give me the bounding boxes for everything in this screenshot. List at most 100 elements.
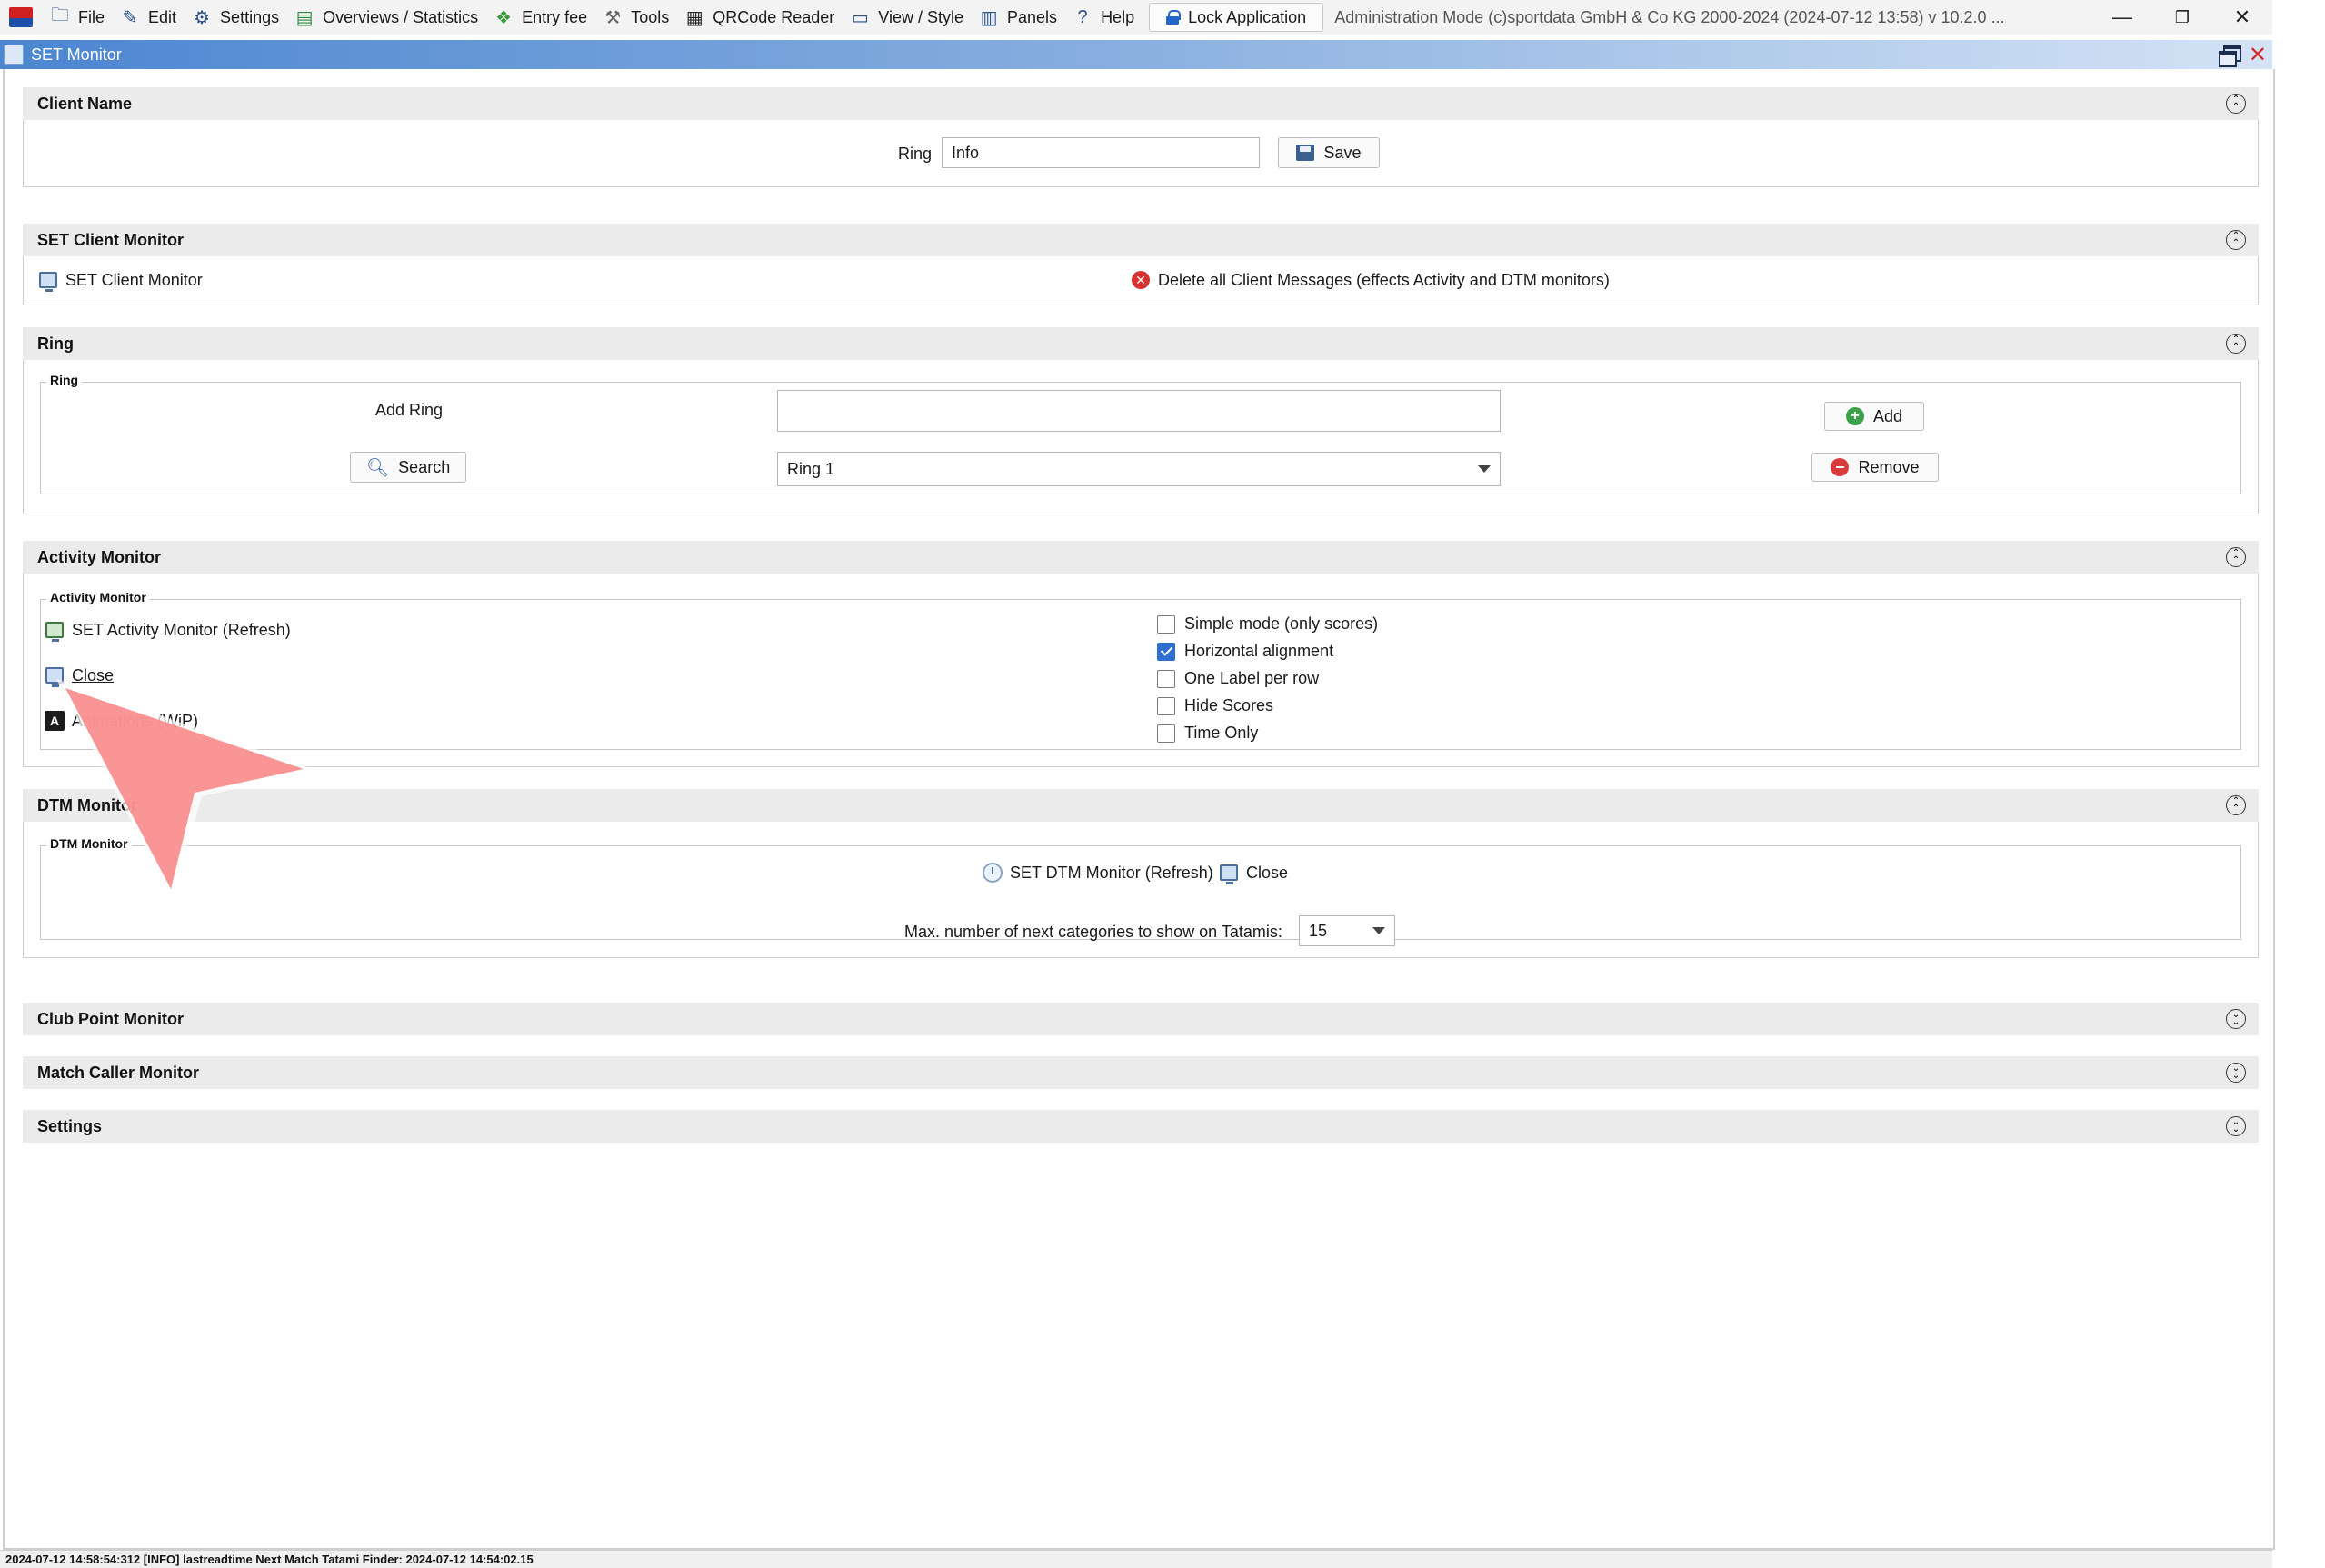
section-dtm-monitor-body: DTM Monitor SET DTM Monitor (Refresh) Cl… (23, 822, 2259, 958)
section-match-caller-monitor-header[interactable]: Match Caller Monitor ⌄ ⌄ (23, 1056, 2259, 1089)
status-bar: 2024-07-12 14:58:54:312 [INFO] lastreadt… (0, 1550, 2272, 1568)
restore-window-icon[interactable]: ❐ (2152, 0, 2212, 35)
dtm-monitor-group-box: DTM Monitor SET DTM Monitor (Refresh) Cl… (40, 836, 2241, 946)
activity-close-link[interactable]: Close (45, 665, 114, 687)
section-client-name-header[interactable]: Client Name ⌃ ⌃ (23, 87, 2259, 120)
option-label: Time Only (1184, 724, 1259, 742)
menu-view-style[interactable]: ▭ View / Style (843, 2, 973, 33)
checkbox-checked[interactable] (1157, 642, 1175, 661)
wrench-icon: ⚒ (604, 7, 622, 28)
collapse-icon[interactable]: ⌃ ⌃ (2226, 334, 2246, 354)
edit-icon: ✎ (122, 7, 138, 28)
menu-help[interactable]: ? Help (1066, 2, 1143, 33)
remove-label: Remove (1858, 457, 1920, 476)
section-settings-header[interactable]: Settings ⌄ ⌄ (23, 1110, 2259, 1143)
animations-label: Animations (WiP) (72, 711, 199, 730)
option-horizontal-alignment[interactable]: Horizontal alignment (1157, 642, 1333, 661)
delete-client-messages-link[interactable]: ✕ Delete all Client Messages (effects Ac… (1131, 270, 1610, 290)
save-button[interactable]: Save (1278, 137, 1380, 168)
checkbox[interactable] (1157, 669, 1175, 688)
set-client-monitor-link[interactable]: SET Client Monitor (38, 270, 203, 292)
section-title: Club Point Monitor (37, 1009, 184, 1028)
option-label: One Label per row (1184, 669, 1320, 687)
search-ring-button[interactable]: 🔍︎ Search (350, 452, 466, 483)
set-client-monitor-label: SET Client Monitor (65, 270, 203, 289)
restore-panel-icon[interactable] (2218, 45, 2241, 67)
menu-panels-label: Panels (1007, 7, 1058, 26)
dtm-refresh-label: SET DTM Monitor (Refresh) (1010, 863, 1213, 882)
menu-entry-fee-label: Entry fee (522, 7, 588, 26)
chevron-down-icon (1372, 927, 1385, 934)
collapse-icon[interactable]: ⌃ ⌃ (2226, 230, 2246, 250)
section-activity-monitor-header[interactable]: Activity Monitor ⌃ ⌃ (23, 541, 2259, 574)
close-monitor-icon (1219, 863, 1239, 884)
section-client-name-body: Ring Info Save (23, 120, 2259, 187)
menu-file-label: File (78, 7, 105, 26)
option-time-only[interactable]: Time Only (1157, 724, 1258, 743)
checkbox[interactable] (1157, 696, 1175, 715)
max-categories-value: 15 (1309, 921, 1328, 940)
save-icon (1296, 145, 1315, 161)
option-label: Hide Scores (1184, 696, 1274, 714)
ring-select[interactable]: Ring 1 (777, 452, 1501, 486)
menu-tools-label: Tools (631, 7, 670, 26)
activity-monitor-group-title: Activity Monitor (46, 590, 150, 604)
max-categories-select[interactable]: 15 (1299, 915, 1395, 946)
minimize-icon[interactable]: — (2092, 0, 2152, 35)
menu-edit[interactable]: ✎ Edit (114, 2, 185, 33)
section-activity-monitor-body: Activity Monitor SET Activity Monitor (R… (23, 574, 2259, 767)
status-text: 2024-07-12 14:58:54:312 [INFO] lastreadt… (5, 1553, 534, 1566)
collapse-icon[interactable]: ⌃ ⌃ (2226, 795, 2246, 815)
add-icon: + (1845, 407, 1864, 425)
menu-overviews-statistics[interactable]: ▤ Overviews / Statistics (288, 2, 487, 33)
menu-panels[interactable]: ▥ Panels (973, 2, 1066, 33)
checkbox[interactable] (1157, 614, 1175, 634)
animations-link[interactable]: A Animations (WiP) (45, 711, 198, 731)
section-dtm-monitor-header[interactable]: DTM Monitor ⌃ ⌃ (23, 789, 2259, 822)
add-ring-label: Add Ring (375, 401, 444, 419)
option-simple-mode[interactable]: Simple mode (only scores) (1157, 614, 1378, 634)
section-title: Client Name (37, 94, 133, 113)
add-ring-button[interactable]: + Add (1824, 402, 1924, 431)
option-hide-scores[interactable]: Hide Scores (1157, 696, 1273, 715)
close-panel-icon[interactable]: ✕ (2249, 42, 2267, 68)
expand-icon[interactable]: ⌄ ⌄ (2226, 1009, 2246, 1029)
expand-icon[interactable]: ⌄ ⌄ (2226, 1063, 2246, 1083)
add-ring-input[interactable] (777, 390, 1501, 432)
ring-label: Ring (898, 145, 933, 163)
section-club-point-monitor-header[interactable]: Club Point Monitor ⌄ ⌄ (23, 1003, 2259, 1035)
collapse-icon[interactable]: ⌃ ⌃ (2226, 547, 2246, 567)
section-set-client-monitor-body: SET Client Monitor ✕ Delete all Client M… (23, 256, 2259, 305)
close-window-icon[interactable]: ✕ (2212, 0, 2272, 35)
menu-help-label: Help (1101, 7, 1135, 26)
menu-settings[interactable]: ⚙ Settings (185, 2, 288, 33)
set-dtm-monitor-refresh-link[interactable]: SET DTM Monitor (Refresh) (983, 863, 1213, 883)
client-ring-input[interactable]: Info (942, 137, 1260, 168)
checkbox[interactable] (1157, 724, 1175, 743)
activity-monitor-group-box: Activity Monitor SET Activity Monitor (R… (40, 590, 2241, 750)
section-set-client-monitor-header[interactable]: SET Client Monitor ⌃ ⌃ (23, 224, 2259, 256)
window-title: SET Monitor (31, 45, 122, 64)
max-categories-label: Max. number of next categories to show o… (904, 923, 1282, 941)
dtm-close-link[interactable]: Close (1219, 863, 1288, 884)
app-logo-icon[interactable] (9, 7, 33, 27)
menu-entry-fee[interactable]: ❖ Entry fee (487, 2, 596, 33)
expand-icon[interactable]: ⌄ ⌄ (2226, 1116, 2246, 1136)
window-controls: — ❐ ✕ (2092, 0, 2272, 35)
section-ring-header[interactable]: Ring ⌃ ⌃ (23, 327, 2259, 360)
save-label: Save (1323, 143, 1362, 162)
menu-file[interactable]: 🗀 File (44, 2, 114, 33)
set-activity-monitor-refresh-link[interactable]: SET Activity Monitor (Refresh) (45, 620, 291, 642)
option-one-label-per-row[interactable]: One Label per row (1157, 669, 1319, 688)
menu-tools[interactable]: ⚒ Tools (596, 2, 678, 33)
menu-qrcode-reader[interactable]: ▦ QRCode Reader (678, 2, 843, 33)
section-title: DTM Monitor (37, 795, 137, 814)
menu-edit-label: Edit (148, 7, 177, 26)
help-icon: ? (1077, 6, 1088, 27)
collapse-icon[interactable]: ⌃ ⌃ (2226, 94, 2246, 114)
menu-view-label: View / Style (878, 7, 964, 26)
option-label: Simple mode (only scores) (1184, 614, 1379, 633)
panels-icon: ▥ (980, 7, 998, 28)
remove-ring-button[interactable]: − Remove (1811, 453, 1939, 482)
lock-application-button[interactable]: Lock Application (1149, 3, 1324, 32)
